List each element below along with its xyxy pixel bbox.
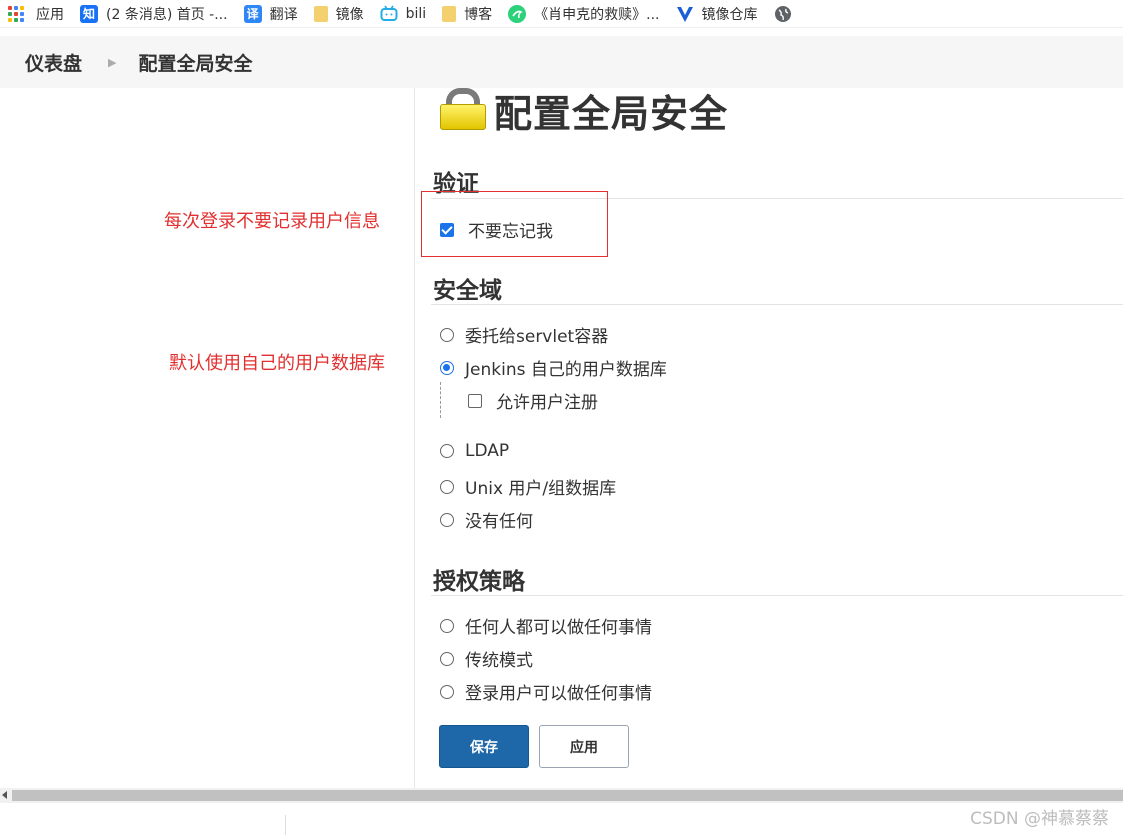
radio-button[interactable] <box>440 684 454 699</box>
radio-button[interactable] <box>440 651 454 666</box>
realm-option-label: Unix 用户/组数据库 <box>465 479 617 499</box>
bookmark-mirror-repo[interactable]: 镜像仓库 <box>668 0 766 28</box>
bookmark-label: (2 条消息) 首页 -... <box>106 6 228 23</box>
radio-button[interactable] <box>440 618 454 633</box>
bookmark-label: 镜像仓库 <box>701 6 758 23</box>
realm-option-label: LDAP <box>465 441 510 461</box>
bilibili-icon <box>380 5 398 23</box>
save-button[interactable]: 保存 <box>439 725 529 768</box>
nested-options-guide <box>440 382 441 418</box>
bookmarks-bar: 应用 知 (2 条消息) 首页 -... 译 翻译 镜像 bili 博客 《肖申… <box>0 0 1123 28</box>
folder-icon <box>442 5 457 22</box>
allow-signup-label: 允许用户注册 <box>496 393 598 413</box>
radio-button[interactable] <box>440 360 454 375</box>
authz-option-logged-in[interactable]: 登录用户可以做任何事情 <box>440 679 652 704</box>
v-logo-icon <box>676 5 694 23</box>
authz-option-anyone[interactable]: 任何人都可以做任何事情 <box>440 613 652 638</box>
footer-divider <box>285 815 286 835</box>
radio-button[interactable] <box>440 327 454 342</box>
scrollbar-thumb[interactable] <box>12 790 1123 801</box>
bookmark-label: 镜像 <box>335 6 364 23</box>
movie-site-icon <box>508 4 527 23</box>
authz-option-label: 任何人都可以做任何事情 <box>465 618 652 638</box>
bookmark-globe[interactable] <box>766 0 808 28</box>
section-divider <box>431 595 1123 596</box>
bookmark-zhihu[interactable]: 知 (2 条消息) 首页 -... <box>72 0 236 28</box>
authz-option-label: 登录用户可以做任何事情 <box>465 684 652 704</box>
disable-remember-me-checkbox[interactable] <box>440 222 454 237</box>
annotation-remember-me: 每次登录不要记录用户信息 <box>164 211 380 232</box>
bookmark-translate[interactable]: 译 翻译 <box>236 0 306 28</box>
section-title-authorization: 授权策略 <box>433 569 525 595</box>
lock-icon <box>440 88 486 130</box>
bookmark-bili[interactable]: bili <box>372 0 435 28</box>
bookmark-label: 《肖申克的救赎》... <box>534 6 660 23</box>
folder-icon <box>313 5 328 22</box>
annotation-user-db: 默认使用自己的用户数据库 <box>169 353 385 374</box>
bookmark-movie[interactable]: 《肖申克的救赎》... <box>500 0 667 28</box>
bookmark-label: 博客 <box>464 6 493 23</box>
translate-icon: 译 <box>243 4 262 23</box>
authz-option-label: 传统模式 <box>465 651 533 671</box>
chevron-right-icon: ▶ <box>108 55 117 69</box>
bookmark-apps[interactable]: 应用 <box>0 0 72 28</box>
realm-option-servlet[interactable]: 委托给servlet容器 <box>440 322 608 347</box>
realm-option-jenkins-db[interactable]: Jenkins 自己的用户数据库 <box>440 355 667 380</box>
radio-button[interactable] <box>440 512 454 527</box>
main-content: 配置全局安全 验证 不要忘记我 安全域 委托给servlet容器 Jenkins… <box>415 88 1123 788</box>
side-panel: 每次登录不要记录用户信息 默认使用自己的用户数据库 <box>0 88 414 788</box>
realm-option-label: Jenkins 自己的用户数据库 <box>465 360 667 380</box>
realm-option-ldap[interactable]: LDAP <box>440 441 509 461</box>
zhihu-icon: 知 <box>80 4 98 23</box>
apply-button[interactable]: 应用 <box>539 725 629 768</box>
scroll-left-arrow-icon[interactable] <box>2 791 7 799</box>
page-header: 配置全局安全 <box>440 88 728 136</box>
bookmark-label: bili <box>405 5 427 22</box>
section-title-realm: 安全域 <box>433 278 502 304</box>
bookmark-label: 翻译 <box>269 6 298 23</box>
disable-remember-me-option[interactable]: 不要忘记我 <box>440 217 553 242</box>
horizontal-scrollbar[interactable] <box>0 788 1123 803</box>
section-divider <box>431 304 1123 305</box>
watermark: CSDN @神慕蔡蔡 <box>970 809 1109 829</box>
realm-option-label: 委托给servlet容器 <box>465 327 609 347</box>
breadcrumb-dashboard[interactable]: 仪表盘 <box>25 49 82 76</box>
allow-signup-option[interactable]: 允许用户注册 <box>468 388 598 413</box>
bookmark-label: 应用 <box>36 6 64 23</box>
globe-icon <box>774 5 792 23</box>
realm-option-none[interactable]: 没有任何 <box>440 507 533 532</box>
radio-button[interactable] <box>440 444 454 458</box>
realm-option-unix[interactable]: Unix 用户/组数据库 <box>440 474 616 499</box>
radio-button[interactable] <box>440 479 454 494</box>
realm-option-label: 没有任何 <box>465 512 533 532</box>
apps-grid-icon <box>8 5 24 22</box>
bookmark-blog-folder[interactable]: 博客 <box>434 0 500 28</box>
breadcrumb-current[interactable]: 配置全局安全 <box>138 49 252 76</box>
footer <box>0 803 1123 835</box>
authz-option-legacy[interactable]: 传统模式 <box>440 646 533 671</box>
bookmark-mirror-folder[interactable]: 镜像 <box>306 0 372 28</box>
page-title: 配置全局安全 <box>494 91 729 136</box>
disable-remember-me-label: 不要忘记我 <box>468 222 553 242</box>
breadcrumb: 仪表盘 ▶ 配置全局安全 <box>0 36 1123 88</box>
allow-signup-checkbox[interactable] <box>468 393 482 408</box>
